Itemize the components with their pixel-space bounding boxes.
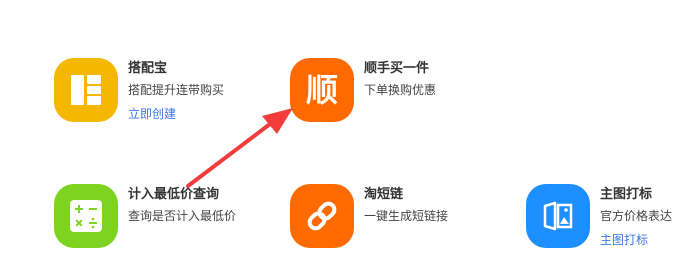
tool-title: 搭配宝 xyxy=(128,61,168,76)
chain-link-icon[interactable] xyxy=(290,184,354,248)
tool-description: 查询是否计入最低价 xyxy=(128,209,237,223)
calculator-icon[interactable] xyxy=(54,184,118,248)
tool-card-main-image[interactable]: 主图打标 官方价格表达 主图打标 xyxy=(526,184,700,250)
tool-title: 计入最低价查询 xyxy=(128,187,220,202)
tool-card-lowest-price[interactable]: 计入最低价查询 查询是否计入最低价 xyxy=(54,184,274,250)
shun-char-icon[interactable]: 顺 xyxy=(290,58,354,122)
icon-char: 顺 xyxy=(305,71,338,109)
tool-panel: 搭配宝 搭配提升连带购买 立即创建 顺 顺手买一件 下单换购优惠 计入最低价查询… xyxy=(0,0,700,260)
create-now-link[interactable]: 立即创建 xyxy=(128,107,176,122)
tool-description: 搭配提升连带购买 xyxy=(128,83,225,97)
tool-title: 淘短链 xyxy=(364,187,404,202)
tool-description: 下单换购优惠 xyxy=(364,83,437,97)
image-tag-icon[interactable] xyxy=(526,184,590,248)
layout-grid-icon[interactable] xyxy=(54,58,118,122)
tool-card-shunshou[interactable]: 顺 顺手买一件 下单换购优惠 xyxy=(290,58,490,124)
tool-description: 官方价格表达 xyxy=(600,209,673,223)
tool-description: 一键生成短链接 xyxy=(364,209,449,223)
main-image-tag-link[interactable]: 主图打标 xyxy=(600,233,648,248)
tool-card-dapeibao[interactable]: 搭配宝 搭配提升连带购买 立即创建 xyxy=(54,58,254,124)
tool-card-short-link[interactable]: 淘短链 一键生成短链接 xyxy=(290,184,490,250)
tool-title: 主图打标 xyxy=(600,187,653,202)
tool-title: 顺手买一件 xyxy=(364,61,430,76)
